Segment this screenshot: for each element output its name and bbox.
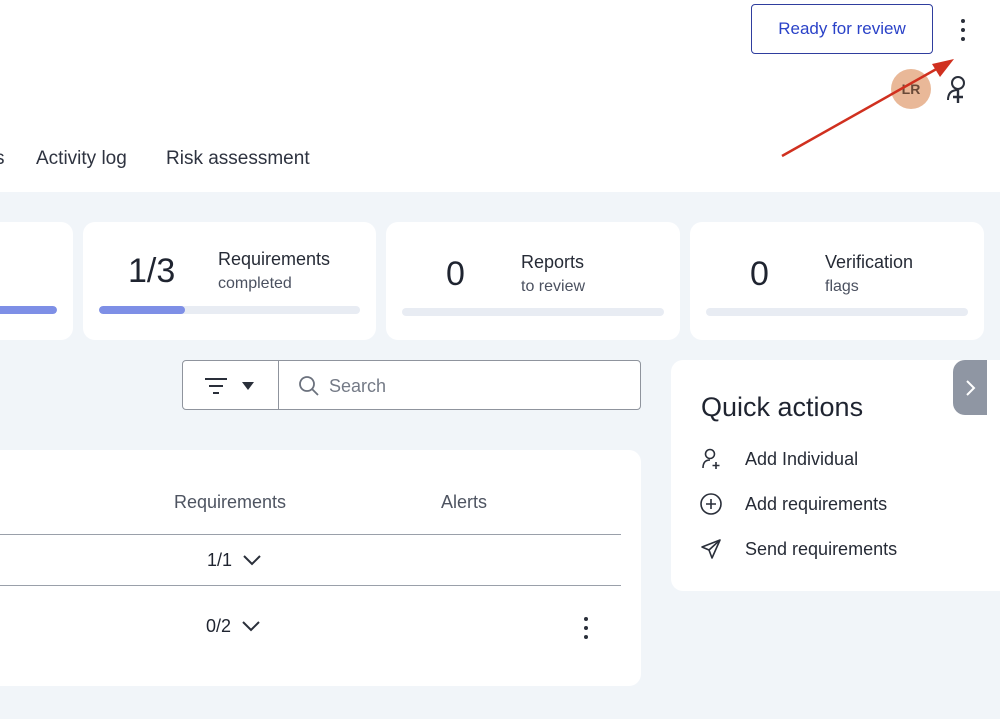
caret-down-icon xyxy=(242,382,254,390)
row-more-options-button[interactable] xyxy=(576,614,596,642)
annotation-arrow xyxy=(781,59,954,158)
requirements-table: Requirements Alerts 1/1 0/2 xyxy=(0,450,641,686)
divider xyxy=(0,534,621,535)
progress-track xyxy=(402,308,664,316)
filter-icon xyxy=(205,378,227,394)
requirements-count: 1/1 xyxy=(207,549,233,570)
tab-risk-assessment[interactable]: Risk assessment xyxy=(166,148,310,170)
progress-fill xyxy=(99,306,186,314)
stat-card-requirements: 1/3 Requirements completed xyxy=(83,222,376,340)
more-vertical-icon xyxy=(961,19,965,23)
more-vertical-icon xyxy=(584,617,588,621)
stat-value: 1/3 xyxy=(128,252,176,290)
add-person-icon xyxy=(702,448,720,469)
requirements-cell[interactable]: 0/2 xyxy=(206,614,261,638)
search-field[interactable] xyxy=(278,360,641,410)
add-individual-action[interactable]: Add Individual xyxy=(699,445,858,473)
chevron-down-icon xyxy=(242,621,260,632)
stat-label: Reports xyxy=(521,252,585,272)
stat-card-partial xyxy=(0,222,73,340)
chevron-right-icon xyxy=(966,379,976,396)
stat-label: Requirements xyxy=(218,249,331,269)
action-label: Send requirements xyxy=(745,538,898,559)
stat-sublabel: to review xyxy=(521,278,586,295)
tab-partial[interactable]: s xyxy=(0,148,5,170)
send-requirements-action[interactable]: Send requirements xyxy=(699,535,897,563)
quick-actions-title: Quick actions xyxy=(701,392,864,422)
requirements-count: 0/2 xyxy=(206,615,232,636)
filter-dropdown-button[interactable] xyxy=(182,360,279,410)
stat-value: 0 xyxy=(750,255,769,293)
column-header-requirements[interactable]: Requirements xyxy=(174,492,286,513)
progress-fill xyxy=(0,306,57,314)
ready-for-review-button[interactable]: Ready for review xyxy=(751,4,933,54)
action-label: Add Individual xyxy=(745,448,859,469)
progress-track xyxy=(0,306,57,314)
plus-circle-icon xyxy=(700,493,722,515)
stat-sublabel: completed xyxy=(218,275,292,292)
tab-activity-log[interactable]: Activity log xyxy=(36,148,127,170)
requirements-cell[interactable]: 1/1 xyxy=(207,548,262,572)
chevron-down-icon xyxy=(243,555,261,566)
stat-value: 0 xyxy=(446,255,465,293)
divider xyxy=(0,585,621,586)
send-icon xyxy=(701,539,721,559)
search-icon xyxy=(299,376,319,396)
stat-card-reports: 0 Reports to review xyxy=(386,222,680,340)
quick-actions-panel: Quick actions Add Individual Add require… xyxy=(671,360,1000,591)
top-header: Ready for review LR s Activity log Risk … xyxy=(0,0,1000,192)
add-requirements-action[interactable]: Add requirements xyxy=(699,490,887,518)
progress-track xyxy=(99,306,360,314)
stat-label: Verification xyxy=(825,252,914,272)
panel-collapse-button[interactable] xyxy=(953,360,987,415)
search-input[interactable] xyxy=(329,373,629,399)
stat-sublabel: flags xyxy=(825,278,859,295)
stat-card-verification: 0 Verification flags xyxy=(690,222,984,340)
action-label: Add requirements xyxy=(745,493,888,514)
progress-track xyxy=(706,308,968,316)
column-header-alerts[interactable]: Alerts xyxy=(441,492,487,513)
more-options-button[interactable] xyxy=(950,14,976,46)
